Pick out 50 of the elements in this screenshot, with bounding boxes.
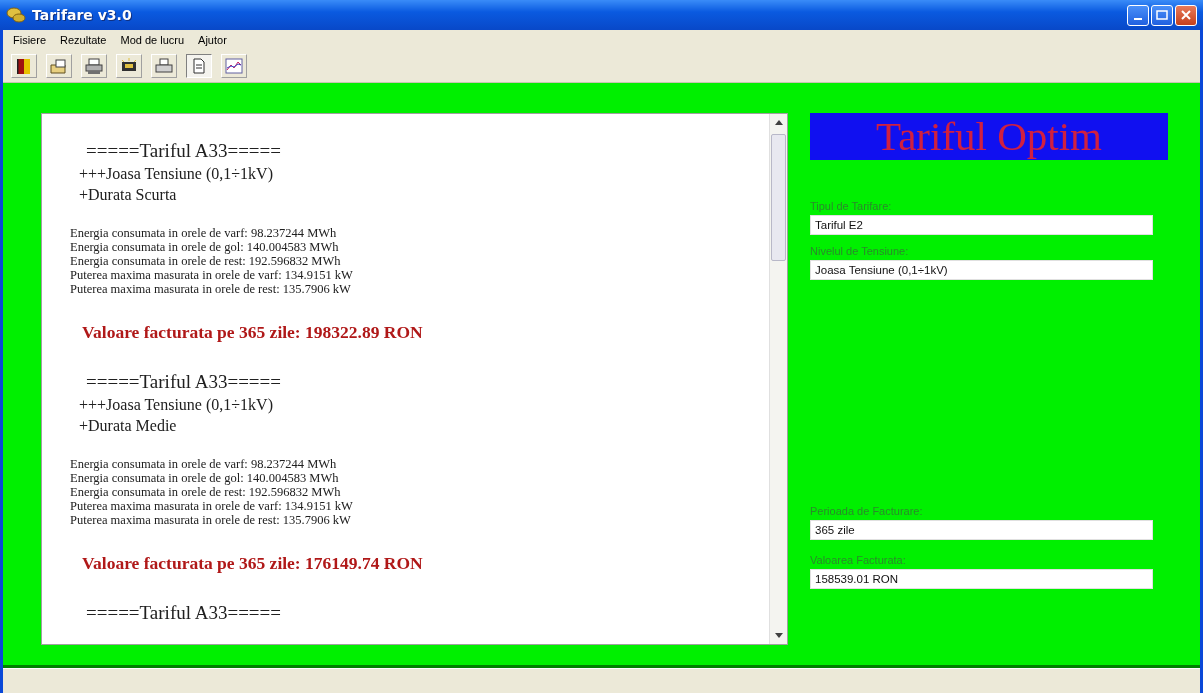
coins-icon [6, 6, 26, 24]
report-line: Energia consumata in orele de gol: 140.004583 MWh [70, 471, 340, 485]
scrollbar[interactable] [769, 114, 787, 644]
optimal-tariff-banner: Tariful Optim [810, 113, 1168, 160]
input-field[interactable]: 158539.01 RON [810, 569, 1153, 589]
tariff-heading: =====Tariful A33===== [86, 602, 282, 624]
input-field[interactable]: Tariful E2 [810, 215, 1153, 235]
down-arrow-icon[interactable] [774, 633, 783, 638]
field-label: Tipul de Tarifare: [810, 200, 893, 212]
minimize-button[interactable] [1127, 4, 1149, 26]
report-line: Energia consumata in orele de rest: 192.596832 MWh [70, 485, 342, 499]
door-icon [15, 57, 33, 75]
menu-item[interactable]: Fisiere [7, 32, 52, 48]
input-field[interactable]: Joasa Tensiune (0,1÷1kV) [810, 260, 1153, 280]
tariff-heading: =====Tariful A33===== [86, 371, 282, 393]
up-arrow-icon[interactable] [774, 120, 783, 125]
menu-item[interactable]: Ajutor [192, 32, 233, 48]
menu-item[interactable]: Mod de lucru [114, 32, 191, 48]
duration-line: +Durata Scurta [79, 186, 178, 204]
maximize-icon [1156, 10, 1168, 20]
input-field[interactable]: 365 zile [810, 520, 1153, 540]
report-line: Energia consumata in orele de varf: 98.237244 MWh [70, 457, 338, 471]
billed-total: Valoare facturata pe 365 zile: 176149.74 RON [82, 553, 424, 574]
close-icon [1181, 10, 1191, 20]
tariff-heading: =====Tariful A33===== [86, 140, 282, 162]
folder-icon [49, 57, 69, 75]
printer-icon [154, 57, 174, 75]
voltage-line: +++Joasa Tensiune (0,1÷1kV) [79, 396, 274, 414]
document-icon [191, 57, 207, 75]
voltage-line: +++Joasa Tensiune (0,1÷1kV) [79, 165, 274, 183]
report-line: Puterea maxima masurata in orele de rest: 135.7906 kW [70, 282, 352, 296]
billed-total: Valoare facturata pe 365 zile: 198322.89 RON [82, 322, 424, 343]
maximize-button[interactable] [1151, 4, 1173, 26]
report-line: Puterea maxima masurata in orele de varf: 134.9151 kW [70, 499, 354, 513]
menu-item[interactable]: Rezultate [54, 32, 113, 48]
report-line: Energia consumata in orele de varf: 98.237244 MWh [70, 226, 338, 240]
window-title: Tarifare v3.0 [32, 7, 132, 23]
report-line: Energia consumata in orele de gol: 140.004583 MWh [70, 240, 340, 254]
scroll-thumb[interactable] [771, 134, 786, 261]
duration-line: +Durata Medie [79, 417, 178, 435]
report-line: Puterea maxima masurata in orele de varf: 134.9151 kW [70, 268, 354, 282]
field-label: Valoarea Facturata: [810, 554, 907, 566]
report-line: Puterea maxima masurata in orele de rest: 135.7906 kW [70, 513, 352, 527]
close-button[interactable] [1175, 4, 1197, 26]
field-label: Perioada de Facturare: [810, 505, 924, 517]
printer-icon [84, 57, 104, 75]
report-line: Energia consumata in orele de rest: 192.596832 MWh [70, 254, 342, 268]
chart-icon [224, 57, 244, 75]
field-label: Nivelul de Tensiune: [810, 245, 910, 257]
minimize-icon [1134, 18, 1142, 20]
